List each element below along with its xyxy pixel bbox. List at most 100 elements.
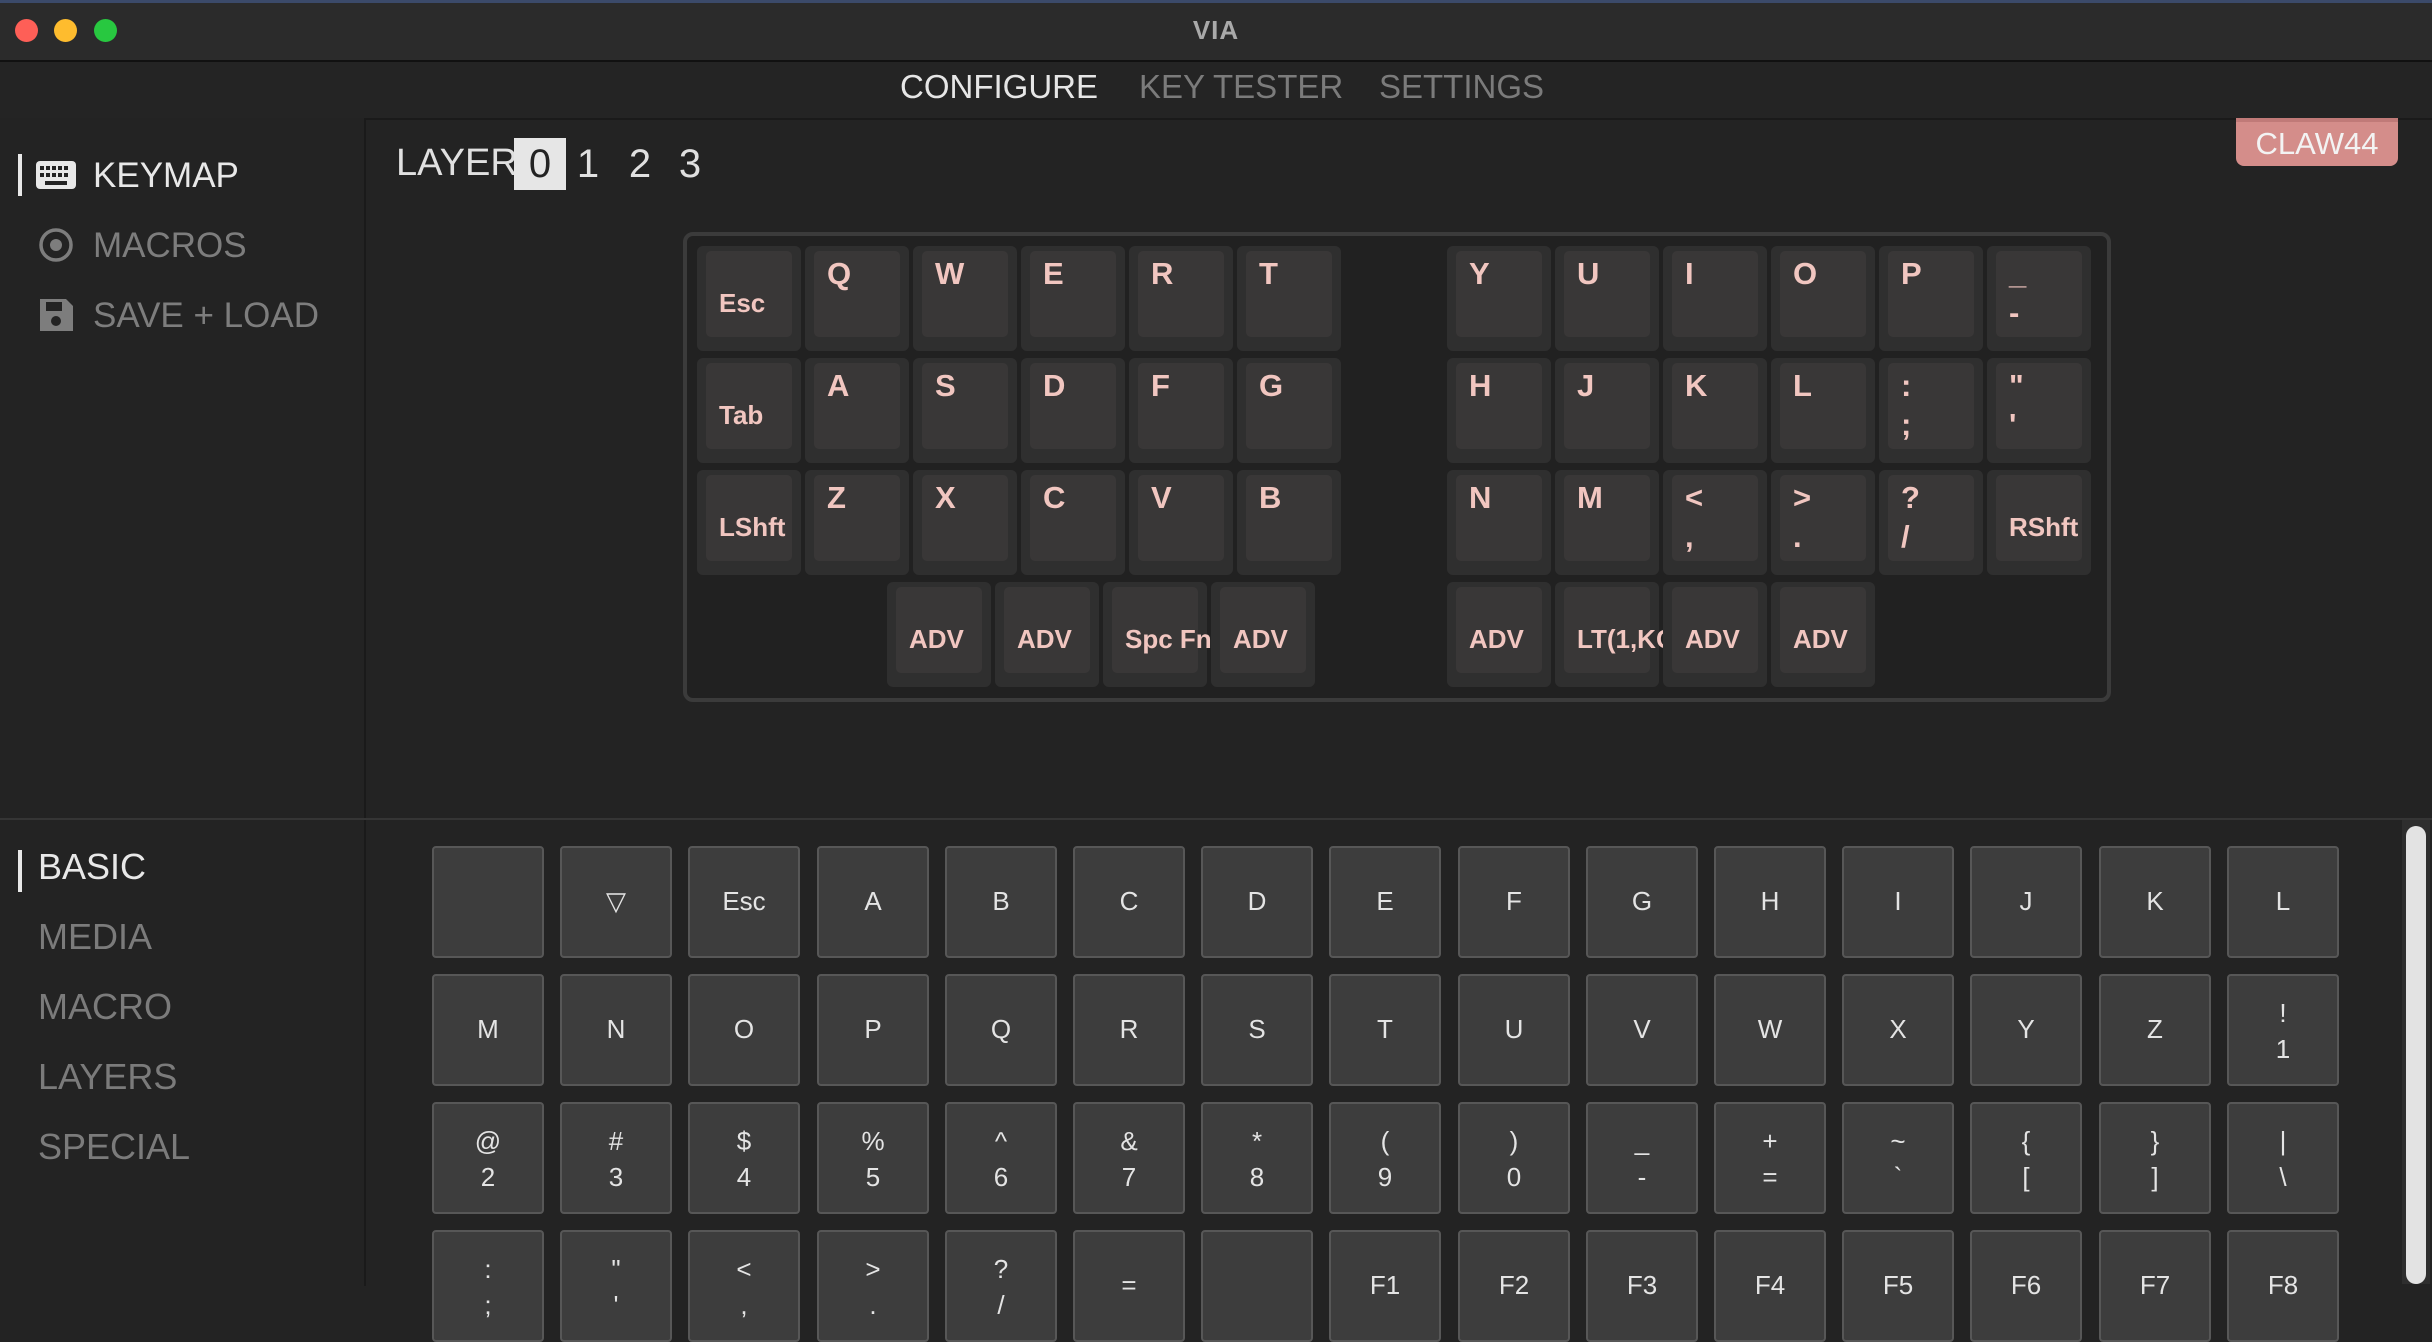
- palette-key[interactable]: }]: [2099, 1102, 2211, 1214]
- palette-key[interactable]: [1201, 1230, 1313, 1342]
- tab-settings[interactable]: SETTINGS: [1379, 68, 1544, 106]
- keymap-key[interactable]: X: [913, 470, 1017, 575]
- keymap-key[interactable]: N: [1447, 470, 1551, 575]
- palette-key[interactable]: T: [1329, 974, 1441, 1086]
- keymap-key[interactable]: M: [1555, 470, 1659, 575]
- keymap-key[interactable]: Y: [1447, 246, 1551, 351]
- palette-key[interactable]: F: [1458, 846, 1570, 958]
- palette-key[interactable]: V: [1586, 974, 1698, 1086]
- category-media[interactable]: MEDIA: [38, 916, 152, 958]
- keymap-key[interactable]: ADV: [1211, 582, 1315, 687]
- keymap-key[interactable]: F: [1129, 358, 1233, 463]
- palette-scrollbar[interactable]: [2402, 820, 2430, 1284]
- palette-key[interactable]: F5: [1842, 1230, 1954, 1342]
- palette-key[interactable]: {[: [1970, 1102, 2082, 1214]
- palette-key[interactable]: $4: [688, 1102, 800, 1214]
- palette-key[interactable]: =: [1073, 1230, 1185, 1342]
- palette-key[interactable]: F1: [1329, 1230, 1441, 1342]
- keymap-key[interactable]: O: [1771, 246, 1875, 351]
- palette-key[interactable]: R: [1073, 974, 1185, 1086]
- scrollbar-thumb[interactable]: [2406, 826, 2426, 1284]
- palette-key[interactable]: W: [1714, 974, 1826, 1086]
- palette-key[interactable]: H: [1714, 846, 1826, 958]
- category-macro[interactable]: MACRO: [38, 986, 172, 1028]
- palette-key[interactable]: ^ 6: [945, 1102, 1057, 1214]
- keymap-key[interactable]: ? /: [1879, 470, 1983, 575]
- palette-key[interactable]: + =: [1714, 1102, 1826, 1214]
- palette-key[interactable]: G: [1586, 846, 1698, 958]
- palette-key[interactable]: S: [1201, 974, 1313, 1086]
- palette-key[interactable]: _ -: [1586, 1102, 1698, 1214]
- palette-key[interactable]: ▽: [560, 846, 672, 958]
- palette-key[interactable]: F8: [2227, 1230, 2339, 1342]
- keymap-key[interactable]: ADV: [1771, 582, 1875, 687]
- palette-key[interactable]: Q: [945, 974, 1057, 1086]
- palette-key[interactable]: B: [945, 846, 1057, 958]
- keymap-key[interactable]: T: [1237, 246, 1341, 351]
- palette-key[interactable]: & 7: [1073, 1102, 1185, 1214]
- keymap-key[interactable]: Q: [805, 246, 909, 351]
- keymap-key[interactable]: :;: [1879, 358, 1983, 463]
- layer-1-button[interactable]: 1: [562, 138, 614, 190]
- palette-key[interactable]: (9: [1329, 1102, 1441, 1214]
- palette-key[interactable]: D: [1201, 846, 1313, 958]
- keymap-key[interactable]: A: [805, 358, 909, 463]
- palette-key[interactable]: N: [560, 974, 672, 1086]
- layer-0-button[interactable]: 0: [514, 138, 566, 190]
- keymap-key[interactable]: V: [1129, 470, 1233, 575]
- palette-key[interactable]: #3: [560, 1102, 672, 1214]
- keymap-key[interactable]: W: [913, 246, 1017, 351]
- palette-key[interactable]: ~ `: [1842, 1102, 1954, 1214]
- palette-key[interactable]: ) 0: [1458, 1102, 1570, 1214]
- tab-configure[interactable]: CONFIGURE: [900, 68, 1098, 106]
- sidebar-item-save-load[interactable]: SAVE + LOAD: [0, 288, 364, 342]
- category-layers[interactable]: LAYERS: [38, 1056, 177, 1098]
- palette-key[interactable]: Z: [2099, 974, 2211, 1086]
- sidebar-item-keymap[interactable]: KEYMAP: [0, 148, 364, 202]
- keymap-key[interactable]: U: [1555, 246, 1659, 351]
- palette-key[interactable]: ? /: [945, 1230, 1057, 1342]
- keymap-key[interactable]: S: [913, 358, 1017, 463]
- palette-key[interactable]: K: [2099, 846, 2211, 958]
- palette-key[interactable]: >.: [817, 1230, 929, 1342]
- palette-key[interactable]: O: [688, 974, 800, 1086]
- tab-key-tester[interactable]: KEY TESTER: [1139, 68, 1343, 106]
- palette-key[interactable]: @2: [432, 1102, 544, 1214]
- palette-key[interactable]: ! 1: [2227, 974, 2339, 1086]
- palette-key[interactable]: * 8: [1201, 1102, 1313, 1214]
- keymap-key[interactable]: R: [1129, 246, 1233, 351]
- palette-key[interactable]: E: [1329, 846, 1441, 958]
- palette-key[interactable]: F3: [1586, 1230, 1698, 1342]
- palette-key[interactable]: Esc: [688, 846, 800, 958]
- keymap-key[interactable]: RShft: [1987, 470, 2091, 575]
- keymap-key[interactable]: ADV: [887, 582, 991, 687]
- palette-key[interactable]: <,: [688, 1230, 800, 1342]
- palette-key[interactable]: :;: [432, 1230, 544, 1342]
- palette-key[interactable]: F4: [1714, 1230, 1826, 1342]
- category-basic[interactable]: BASIC: [38, 846, 146, 888]
- palette-key[interactable]: C: [1073, 846, 1185, 958]
- palette-key[interactable]: F6: [1970, 1230, 2082, 1342]
- keymap-key[interactable]: I: [1663, 246, 1767, 351]
- layer-2-button[interactable]: 2: [614, 138, 666, 190]
- keymap-key[interactable]: _ -: [1987, 246, 2091, 351]
- keymap-key[interactable]: " ': [1987, 358, 2091, 463]
- palette-key[interactable]: | \: [2227, 1102, 2339, 1214]
- keymap-key[interactable]: K: [1663, 358, 1767, 463]
- palette-key[interactable]: M: [432, 974, 544, 1086]
- keymap-key[interactable]: Z: [805, 470, 909, 575]
- keymap-key[interactable]: G: [1237, 358, 1341, 463]
- palette-key[interactable]: F2: [1458, 1230, 1570, 1342]
- keymap-key[interactable]: LT(1,KC_E: [1555, 582, 1707, 687]
- keymap-key[interactable]: <,: [1663, 470, 1767, 575]
- keymap-key[interactable]: L: [1771, 358, 1875, 463]
- palette-key[interactable]: % 5: [817, 1102, 929, 1214]
- keymap-key[interactable]: J: [1555, 358, 1659, 463]
- palette-key[interactable]: [432, 846, 544, 958]
- keymap-key[interactable]: LShft: [697, 470, 801, 575]
- palette-key[interactable]: P: [817, 974, 929, 1086]
- palette-key[interactable]: A: [817, 846, 929, 958]
- keymap-key[interactable]: >.: [1771, 470, 1875, 575]
- sidebar-item-macros[interactable]: MACROS: [0, 218, 364, 272]
- keymap-key[interactable]: ADV: [1447, 582, 1551, 687]
